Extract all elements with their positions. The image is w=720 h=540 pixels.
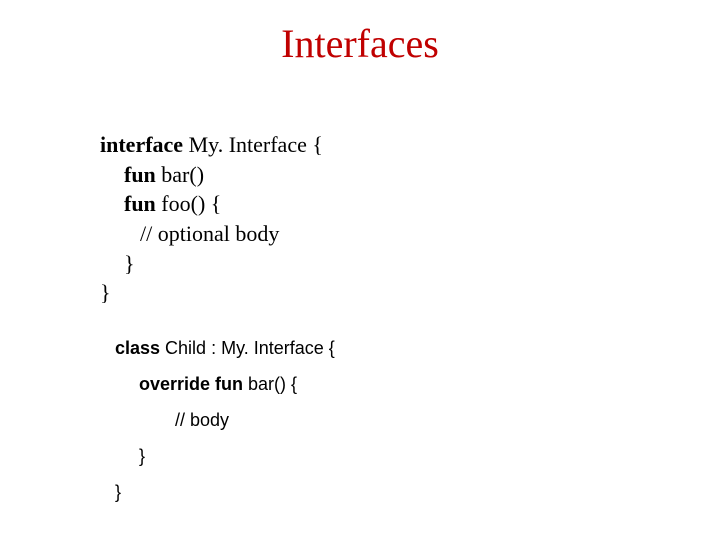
code-line: fun bar() [100, 160, 323, 190]
keyword-interface: interface [100, 132, 183, 157]
code-line: override fun bar() { [115, 366, 335, 402]
code-line: } [100, 278, 323, 308]
code-text: Child : My. Interface { [165, 338, 335, 358]
keyword-fun: fun [124, 191, 156, 216]
code-line: } [115, 438, 335, 474]
code-line: } [115, 474, 335, 510]
code-text: My. Interface { [183, 132, 323, 157]
keyword-override-fun: override fun [139, 374, 248, 394]
keyword-fun: fun [124, 162, 156, 187]
code-text: foo() { [156, 191, 222, 216]
code-line: interface My. Interface { [100, 130, 323, 160]
interface-code-block: interface My. Interface { fun bar() fun … [100, 130, 323, 308]
code-line: // optional body [100, 219, 323, 249]
code-line: class Child : My. Interface { [115, 330, 335, 366]
code-line: // body [115, 402, 335, 438]
code-line: } [100, 249, 323, 279]
slide: Interfaces interface My. Interface { fun… [0, 0, 720, 540]
code-line: fun foo() { [100, 189, 323, 219]
code-text: bar() [156, 162, 204, 187]
keyword-class: class [115, 338, 165, 358]
class-code-block: class Child : My. Interface { override f… [115, 330, 335, 510]
code-text: bar() { [248, 374, 297, 394]
slide-title: Interfaces [0, 20, 720, 67]
